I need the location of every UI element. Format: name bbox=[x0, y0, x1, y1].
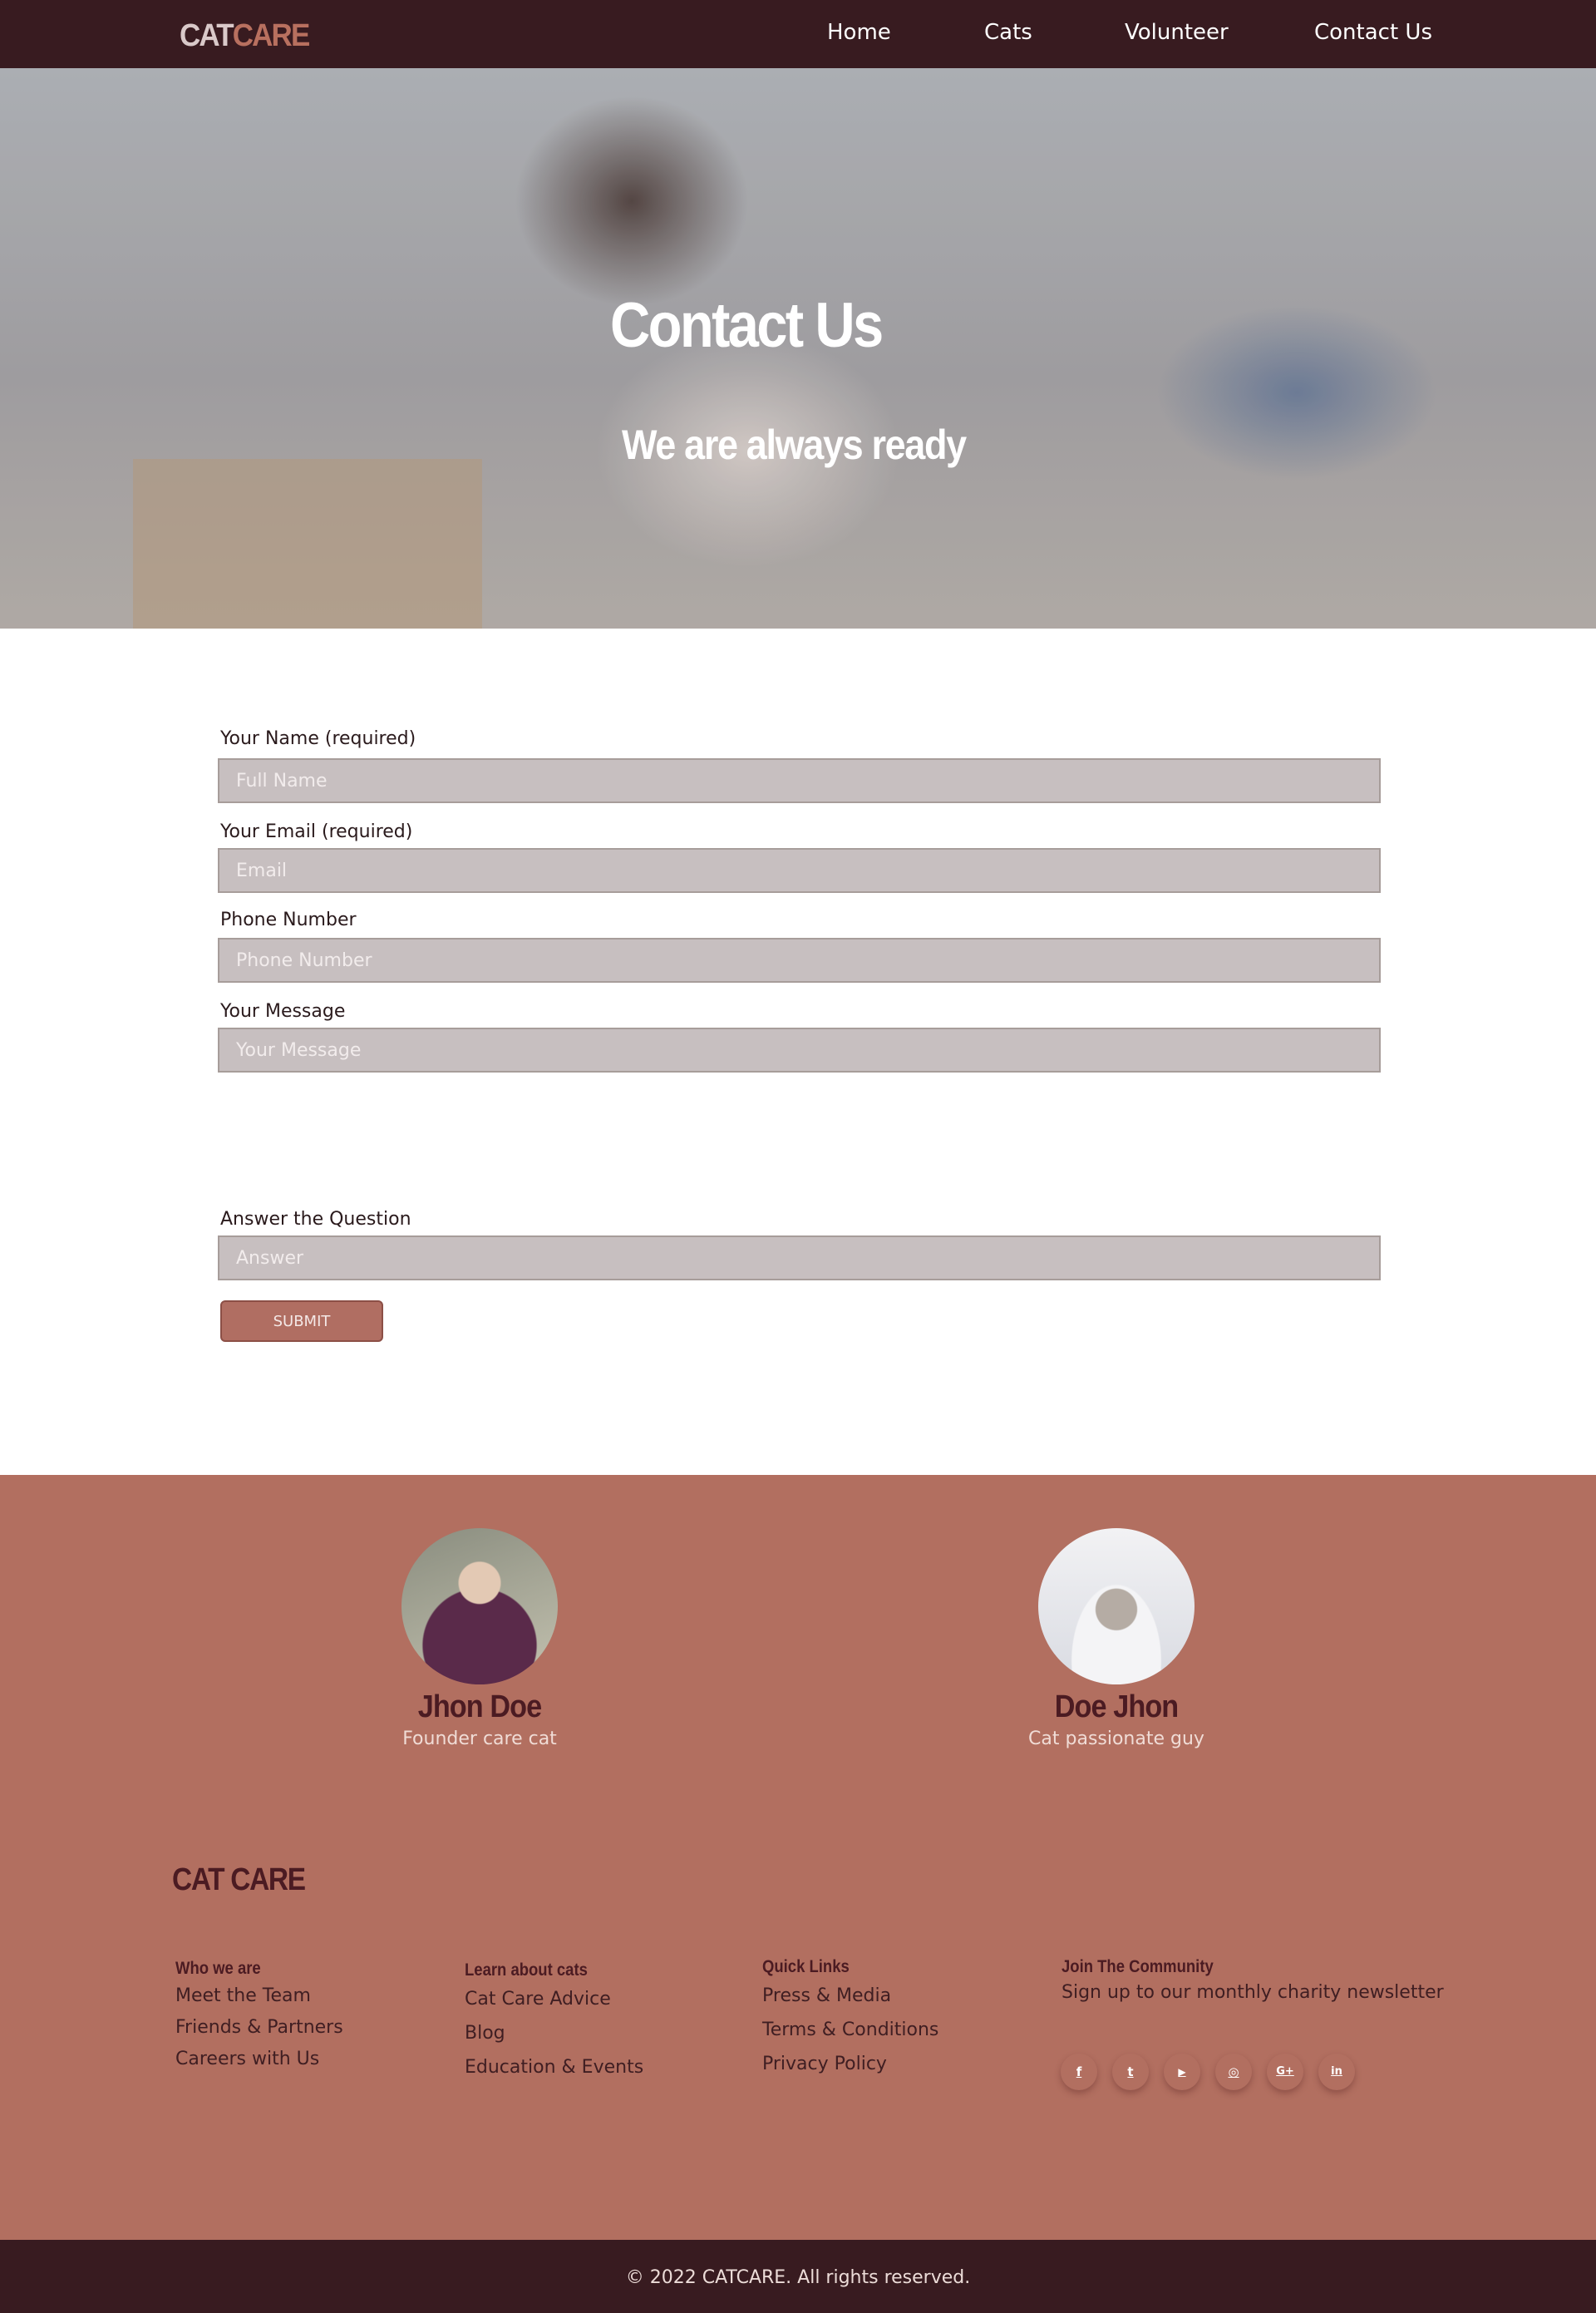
brand-part-cat: CAT bbox=[180, 18, 234, 53]
nav-contact-us[interactable]: Contact Us bbox=[1314, 20, 1432, 45]
brand-logo[interactable]: CATCARE bbox=[180, 18, 311, 54]
phone-label: Phone Number bbox=[220, 910, 357, 930]
email-input[interactable] bbox=[218, 848, 1381, 893]
footer-link-cat-care-advice[interactable]: Cat Care Advice bbox=[465, 1989, 611, 2010]
hero-title: Contact Us bbox=[610, 290, 884, 361]
member-role: Cat passionate guy bbox=[1028, 1729, 1204, 1749]
newsletter-text: Sign up to our monthly charity newslette… bbox=[1062, 1982, 1444, 2003]
footer-col-heading: Quick Links bbox=[762, 1957, 850, 1976]
answer-input[interactable] bbox=[218, 1235, 1381, 1280]
contact-form: Your Name (required) Your Email (require… bbox=[0, 629, 1596, 1475]
linkedin-icon[interactable]: in bbox=[1318, 2054, 1355, 2090]
hero-banner: Contact Us We are always ready bbox=[0, 68, 1596, 629]
nav-cats[interactable]: Cats bbox=[984, 20, 1032, 45]
team-member-card: Doe Jhon Cat passionate guy bbox=[992, 1528, 1241, 1749]
footer-col-heading: Who we are bbox=[175, 1959, 261, 1978]
member-role: Founder care cat bbox=[402, 1729, 557, 1749]
navbar: CATCARE Home Cats Volunteer Contact Us bbox=[0, 0, 1596, 68]
google-plus-icon[interactable]: G+ bbox=[1267, 2054, 1303, 2090]
footer-col-community: Join The Community Sign up to our monthl… bbox=[1062, 1957, 1444, 2003]
twitter-icon[interactable]: t bbox=[1112, 2054, 1149, 2090]
nav-home[interactable]: Home bbox=[827, 20, 891, 45]
copyright-bar: © 2022 CATCARE. All rights reserved. bbox=[0, 2240, 1596, 2313]
footer-link-blog[interactable]: Blog bbox=[465, 2023, 505, 2044]
footer-col-quick-links: Quick Links Press & Media Terms & Condit… bbox=[762, 1957, 938, 2081]
full-name-input[interactable] bbox=[218, 758, 1381, 803]
footer-link-education-events[interactable]: Education & Events bbox=[465, 2057, 643, 2078]
footer-col-who-we-are: Who we are Meet the Team Friends & Partn… bbox=[175, 1959, 343, 2075]
footer-col-heading: Join The Community bbox=[1062, 1957, 1214, 1976]
footer-link-terms[interactable]: Terms & Conditions bbox=[762, 2020, 938, 2040]
email-label: Your Email (required) bbox=[220, 821, 413, 842]
team-member-card: Jhon Doe Founder care cat bbox=[355, 1528, 604, 1749]
avatar bbox=[401, 1528, 558, 1684]
nav-volunteer[interactable]: Volunteer bbox=[1125, 20, 1229, 45]
footer-col-heading: Learn about cats bbox=[465, 1960, 588, 1980]
footer-link-friends-partners[interactable]: Friends & Partners bbox=[175, 2017, 343, 2038]
phone-number-input[interactable] bbox=[218, 938, 1381, 983]
footer-col-learn-about-cats: Learn about cats Cat Care Advice Blog Ed… bbox=[465, 1960, 643, 2084]
copyright-text: © 2022 CATCARE. All rights reserved. bbox=[625, 2267, 971, 2288]
message-input[interactable] bbox=[218, 1028, 1381, 1073]
avatar bbox=[1038, 1528, 1195, 1684]
footer-brand: CAT CARE bbox=[172, 1862, 306, 1897]
member-name: Jhon Doe bbox=[417, 1689, 543, 1724]
submit-button[interactable]: SUBMIT bbox=[220, 1300, 383, 1342]
brand-part-care: CARE bbox=[232, 18, 311, 53]
footer-link-privacy[interactable]: Privacy Policy bbox=[762, 2054, 887, 2074]
question-label: Answer the Question bbox=[220, 1209, 411, 1230]
footer-link-meet-the-team[interactable]: Meet the Team bbox=[175, 1985, 311, 2006]
instagram-icon[interactable]: ◎ bbox=[1215, 2054, 1252, 2090]
footer-link-careers[interactable]: Careers with Us bbox=[175, 2049, 319, 2069]
footer-link-press-media[interactable]: Press & Media bbox=[762, 1985, 891, 2006]
name-label: Your Name (required) bbox=[220, 728, 416, 749]
facebook-icon[interactable]: f bbox=[1061, 2054, 1097, 2090]
youtube-icon[interactable]: ▶ bbox=[1164, 2054, 1200, 2090]
footer-section: Jhon Doe Founder care cat Doe Jhon Cat p… bbox=[0, 1475, 1596, 2240]
member-name: Doe Jhon bbox=[1054, 1689, 1180, 1724]
hero-subtitle: We are always ready bbox=[622, 422, 967, 468]
message-label: Your Message bbox=[220, 1001, 346, 1022]
